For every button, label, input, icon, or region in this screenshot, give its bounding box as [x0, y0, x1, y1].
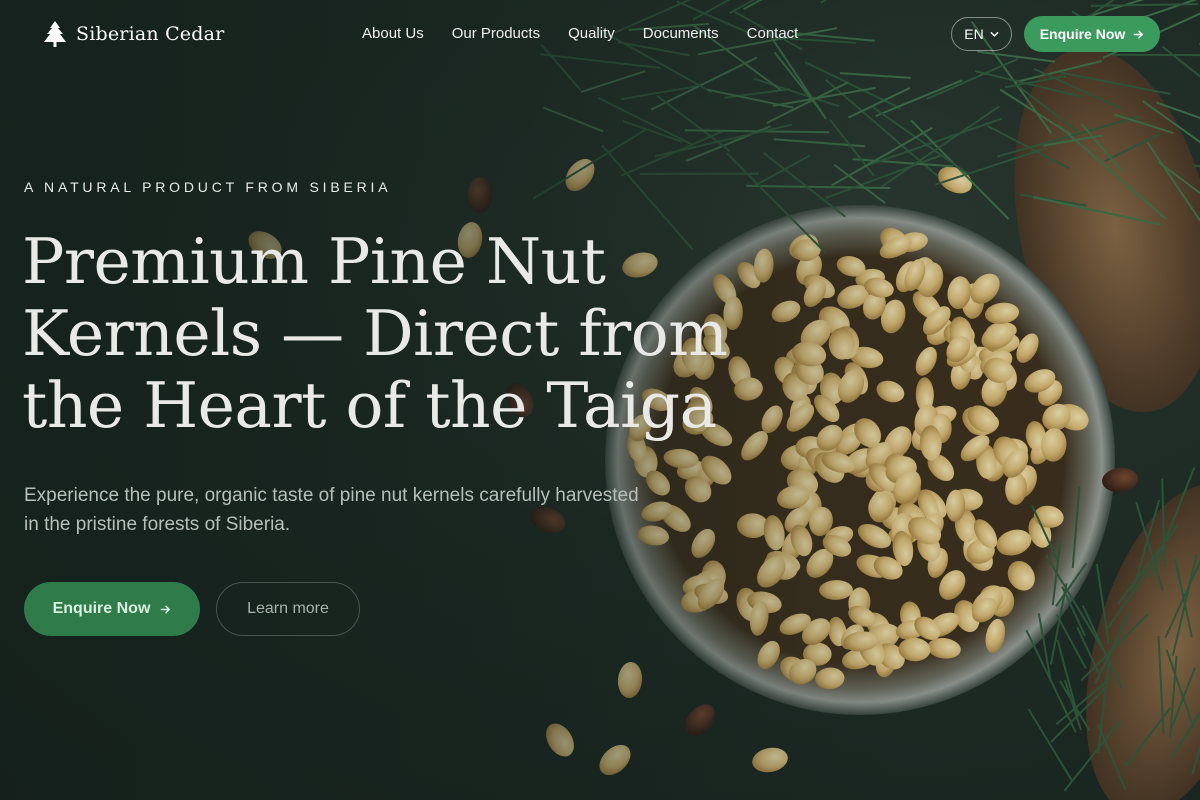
hero-learn-more-label: Learn more: [247, 600, 329, 617]
brand-logo[interactable]: Siberian Cedar: [44, 21, 224, 47]
top-navigation: Siberian Cedar About Us Our Products Qua…: [0, 0, 1200, 68]
brand-name: Siberian Cedar: [76, 23, 225, 45]
hero-eyebrow: A NATURAL PRODUCT FROM SIBERIA: [24, 179, 392, 195]
language-label: EN: [964, 26, 984, 42]
nav-item-quality[interactable]: Quality: [568, 25, 615, 42]
arrow-right-icon: [161, 605, 171, 613]
hero-headline: Premium Pine Nut Kernels — Direct from t…: [22, 225, 728, 442]
pine-tree-icon: [44, 21, 66, 47]
nav-item-about-us[interactable]: About Us: [362, 25, 424, 42]
main-menu: About Us Our Products Quality Documents …: [362, 25, 798, 42]
nav-item-our-products[interactable]: Our Products: [452, 25, 540, 42]
chevron-down-icon: [990, 31, 999, 37]
language-selector[interactable]: EN: [951, 17, 1012, 51]
nav-enquire-button[interactable]: Enquire Now: [1024, 16, 1160, 52]
hero-subtitle: Experience the pure, organic taste of pi…: [24, 485, 639, 535]
nav-item-documents[interactable]: Documents: [643, 25, 719, 42]
arrow-right-icon: [1133, 30, 1144, 38]
nav-item-contact[interactable]: Contact: [747, 25, 799, 42]
hero-learn-more-button[interactable]: Learn more: [216, 582, 360, 636]
hero-enquire-label: Enquire Now: [52, 600, 151, 617]
nav-enquire-label: Enquire Now: [1039, 26, 1126, 42]
hero-enquire-button[interactable]: Enquire Now: [24, 582, 200, 636]
